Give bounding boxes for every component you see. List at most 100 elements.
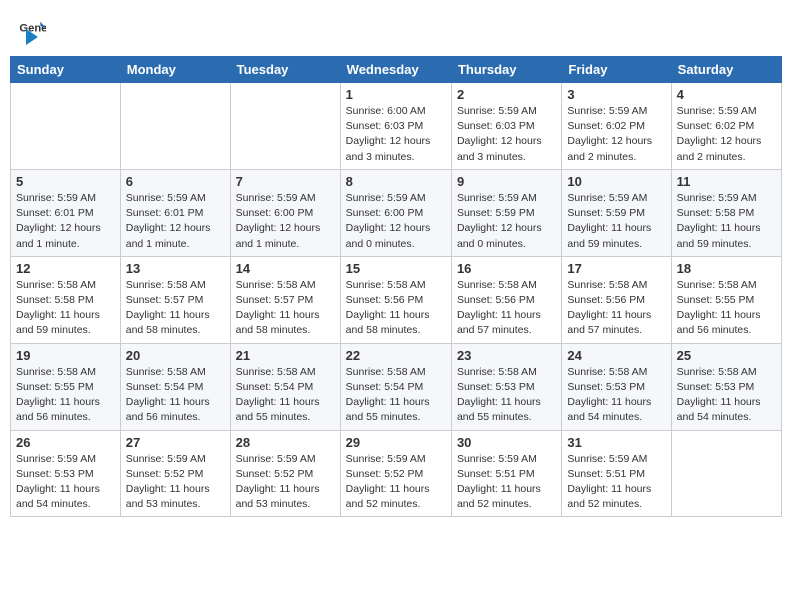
day-number: 31 <box>567 435 665 450</box>
calendar-cell: 26 Sunrise: 5:59 AM Sunset: 5:53 PM Dayli… <box>11 430 121 517</box>
calendar-cell: 3Sunrise: 5:59 AM Sunset: 6:02 PM Daylig… <box>562 83 671 170</box>
calendar-cell: 9Sunrise: 5:59 AM Sunset: 5:59 PM Daylig… <box>451 169 561 256</box>
day-number: 25 <box>677 348 776 363</box>
day-number: 28 <box>236 435 335 450</box>
day-info: Sunrise: 5:58 AM Sunset: 5:54 PM Dayligh… <box>236 365 335 426</box>
day-number: 19 <box>16 348 115 363</box>
day-info: Sunrise: 5:59 AM Sunset: 5:52 PM Dayligh… <box>126 452 225 513</box>
day-number: 17 <box>567 261 665 276</box>
day-number: 18 <box>677 261 776 276</box>
calendar-cell: 2Sunrise: 5:59 AM Sunset: 6:03 PM Daylig… <box>451 83 561 170</box>
calendar-weekday-sunday: Sunday <box>11 57 121 83</box>
day-info: Sunrise: 5:58 AM Sunset: 5:53 PM Dayligh… <box>567 365 665 426</box>
calendar-week-row: 12 Sunrise: 5:58 AM Sunset: 5:58 PM Dayli… <box>11 256 782 343</box>
day-number: 22 <box>346 348 446 363</box>
day-number: 23 <box>457 348 556 363</box>
calendar-week-row: 26 Sunrise: 5:59 AM Sunset: 5:53 PM Dayli… <box>11 430 782 517</box>
calendar-cell: 28 Sunrise: 5:59 AM Sunset: 5:52 PM Dayli… <box>230 430 340 517</box>
day-info: Sunrise: 5:59 AM Sunset: 5:52 PM Dayligh… <box>236 452 335 513</box>
day-info: Sunrise: 5:59 AM Sunset: 5:59 PM Dayligh… <box>567 191 665 252</box>
calendar-cell: 14 Sunrise: 5:58 AM Sunset: 5:57 PM Dayli… <box>230 256 340 343</box>
day-number: 11 <box>677 174 776 189</box>
day-info: Sunrise: 5:59 AM Sunset: 6:01 PM Dayligh… <box>16 191 115 252</box>
day-number: 9 <box>457 174 556 189</box>
day-number: 12 <box>16 261 115 276</box>
calendar-cell: 13 Sunrise: 5:58 AM Sunset: 5:57 PM Dayli… <box>120 256 230 343</box>
day-number: 20 <box>126 348 225 363</box>
calendar-cell: 1 Sunrise: 6:00 AM Sunset: 6:03 PM Daylig… <box>340 83 451 170</box>
day-number: 29 <box>346 435 446 450</box>
calendar-cell <box>230 83 340 170</box>
day-number: 7 <box>236 174 335 189</box>
calendar-header-row: SundayMondayTuesdayWednesdayThursdayFrid… <box>11 57 782 83</box>
calendar-table: SundayMondayTuesdayWednesdayThursdayFrid… <box>10 56 782 517</box>
day-info: Sunrise: 5:58 AM Sunset: 5:53 PM Dayligh… <box>457 365 556 426</box>
calendar-cell: 29 Sunrise: 5:59 AM Sunset: 5:52 PM Dayli… <box>340 430 451 517</box>
day-info: Sunrise: 5:58 AM Sunset: 5:57 PM Dayligh… <box>126 278 225 339</box>
calendar-weekday-monday: Monday <box>120 57 230 83</box>
day-number: 15 <box>346 261 446 276</box>
day-info: Sunrise: 5:58 AM Sunset: 5:56 PM Dayligh… <box>567 278 665 339</box>
calendar-cell: 5 Sunrise: 5:59 AM Sunset: 6:01 PM Daylig… <box>11 169 121 256</box>
day-info: Sunrise: 5:58 AM Sunset: 5:54 PM Dayligh… <box>346 365 446 426</box>
day-number: 27 <box>126 435 225 450</box>
day-number: 1 <box>346 87 446 102</box>
day-number: 13 <box>126 261 225 276</box>
calendar-week-row: 5 Sunrise: 5:59 AM Sunset: 6:01 PM Daylig… <box>11 169 782 256</box>
calendar-body: 1 Sunrise: 6:00 AM Sunset: 6:03 PM Daylig… <box>11 83 782 517</box>
calendar-cell: 15Sunrise: 5:58 AM Sunset: 5:56 PM Dayli… <box>340 256 451 343</box>
day-info: Sunrise: 5:58 AM Sunset: 5:58 PM Dayligh… <box>16 278 115 339</box>
day-info: Sunrise: 5:59 AM Sunset: 6:01 PM Dayligh… <box>126 191 225 252</box>
day-info: Sunrise: 5:58 AM Sunset: 5:57 PM Dayligh… <box>236 278 335 339</box>
day-info: Sunrise: 5:58 AM Sunset: 5:53 PM Dayligh… <box>677 365 776 426</box>
day-info: Sunrise: 5:58 AM Sunset: 5:56 PM Dayligh… <box>457 278 556 339</box>
calendar-cell: 20 Sunrise: 5:58 AM Sunset: 5:54 PM Dayli… <box>120 343 230 430</box>
day-info: Sunrise: 5:59 AM Sunset: 6:03 PM Dayligh… <box>457 104 556 165</box>
calendar-weekday-tuesday: Tuesday <box>230 57 340 83</box>
page-header: General <box>10 10 782 48</box>
day-info: Sunrise: 5:59 AM Sunset: 6:02 PM Dayligh… <box>677 104 776 165</box>
day-info: Sunrise: 6:00 AM Sunset: 6:03 PM Dayligh… <box>346 104 446 165</box>
day-number: 26 <box>16 435 115 450</box>
calendar-cell: 8 Sunrise: 5:59 AM Sunset: 6:00 PM Daylig… <box>340 169 451 256</box>
calendar-week-row: 1 Sunrise: 6:00 AM Sunset: 6:03 PM Daylig… <box>11 83 782 170</box>
day-info: Sunrise: 5:59 AM Sunset: 5:51 PM Dayligh… <box>567 452 665 513</box>
calendar-cell: 19Sunrise: 5:58 AM Sunset: 5:55 PM Dayli… <box>11 343 121 430</box>
day-number: 3 <box>567 87 665 102</box>
calendar-cell: 16 Sunrise: 5:58 AM Sunset: 5:56 PM Dayli… <box>451 256 561 343</box>
day-number: 6 <box>126 174 225 189</box>
day-info: Sunrise: 5:59 AM Sunset: 5:53 PM Dayligh… <box>16 452 115 513</box>
day-number: 24 <box>567 348 665 363</box>
day-info: Sunrise: 5:59 AM Sunset: 5:52 PM Dayligh… <box>346 452 446 513</box>
calendar-cell: 25 Sunrise: 5:58 AM Sunset: 5:53 PM Dayli… <box>671 343 781 430</box>
day-number: 8 <box>346 174 446 189</box>
day-number: 10 <box>567 174 665 189</box>
day-number: 21 <box>236 348 335 363</box>
calendar-cell: 27 Sunrise: 5:59 AM Sunset: 5:52 PM Dayli… <box>120 430 230 517</box>
day-number: 16 <box>457 261 556 276</box>
day-info: Sunrise: 5:59 AM Sunset: 6:00 PM Dayligh… <box>236 191 335 252</box>
calendar-cell: 24 Sunrise: 5:58 AM Sunset: 5:53 PM Dayli… <box>562 343 671 430</box>
calendar-cell <box>671 430 781 517</box>
calendar-cell: 11 Sunrise: 5:59 AM Sunset: 5:58 PM Dayli… <box>671 169 781 256</box>
calendar-cell: 18 Sunrise: 5:58 AM Sunset: 5:55 PM Dayli… <box>671 256 781 343</box>
day-info: Sunrise: 5:59 AM Sunset: 5:51 PM Dayligh… <box>457 452 556 513</box>
calendar-cell: 10 Sunrise: 5:59 AM Sunset: 5:59 PM Dayli… <box>562 169 671 256</box>
calendar-cell: 22 Sunrise: 5:58 AM Sunset: 5:54 PM Dayli… <box>340 343 451 430</box>
day-info: Sunrise: 5:58 AM Sunset: 5:55 PM Dayligh… <box>677 278 776 339</box>
day-info: Sunrise: 5:58 AM Sunset: 5:54 PM Dayligh… <box>126 365 225 426</box>
day-number: 14 <box>236 261 335 276</box>
day-number: 5 <box>16 174 115 189</box>
calendar-cell: 30Sunrise: 5:59 AM Sunset: 5:51 PM Dayli… <box>451 430 561 517</box>
calendar-week-row: 19Sunrise: 5:58 AM Sunset: 5:55 PM Dayli… <box>11 343 782 430</box>
calendar-cell: 6 Sunrise: 5:59 AM Sunset: 6:01 PM Daylig… <box>120 169 230 256</box>
calendar-cell: 31 Sunrise: 5:59 AM Sunset: 5:51 PM Dayli… <box>562 430 671 517</box>
day-info: Sunrise: 5:59 AM Sunset: 5:58 PM Dayligh… <box>677 191 776 252</box>
logo: General <box>18 16 48 42</box>
calendar-cell: 23 Sunrise: 5:58 AM Sunset: 5:53 PM Dayli… <box>451 343 561 430</box>
calendar-weekday-saturday: Saturday <box>671 57 781 83</box>
day-number: 4 <box>677 87 776 102</box>
calendar-cell: 4 Sunrise: 5:59 AM Sunset: 6:02 PM Daylig… <box>671 83 781 170</box>
day-info: Sunrise: 5:59 AM Sunset: 6:00 PM Dayligh… <box>346 191 446 252</box>
calendar-cell: 17 Sunrise: 5:58 AM Sunset: 5:56 PM Dayli… <box>562 256 671 343</box>
